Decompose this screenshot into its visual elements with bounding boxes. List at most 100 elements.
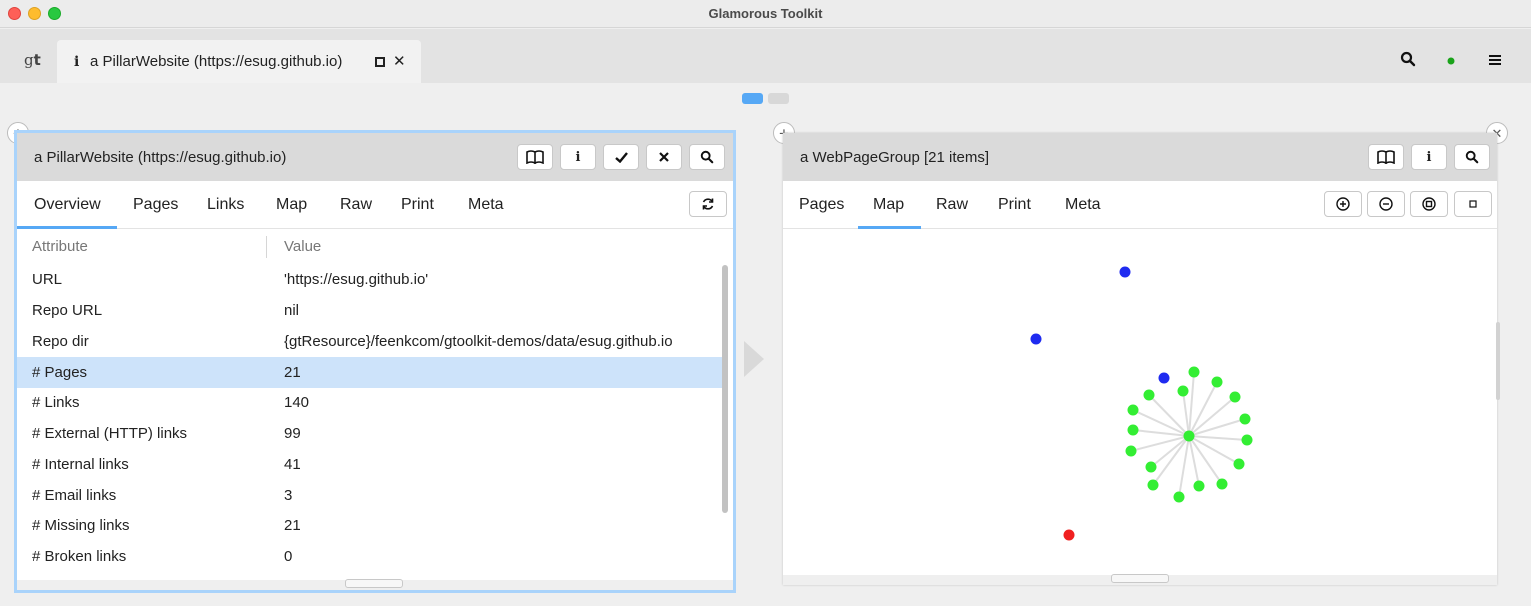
inspect-button[interactable]: i <box>560 144 596 170</box>
page-node[interactable] <box>1125 445 1137 457</box>
browse-button[interactable] <box>517 144 553 170</box>
tab-meta[interactable]: Meta <box>468 196 504 214</box>
page-node[interactable] <box>1188 366 1200 378</box>
value-cell: 21 <box>284 364 301 381</box>
table-row-selected[interactable]: # Pages 21 <box>17 357 722 388</box>
inspector-pane-webpage-group: a WebPageGroup [21 items] i Pages Map Ra… <box>783 133 1497 585</box>
tab-overview[interactable]: Overview <box>34 196 101 214</box>
page-node[interactable] <box>1173 491 1185 503</box>
page-node[interactable] <box>1127 404 1139 416</box>
close-tab-icon[interactable]: ✕ <box>393 52 406 70</box>
zoom-out-icon <box>1379 197 1393 211</box>
tab-pillar-website[interactable]: i a PillarWebsite (https://esug.github.i… <box>57 40 421 83</box>
tab-meta[interactable]: Meta <box>1065 196 1101 214</box>
tab-raw[interactable]: Raw <box>340 196 372 214</box>
attribute-cell: Repo dir <box>32 333 89 350</box>
resize-grip[interactable] <box>345 579 403 588</box>
search-pane-button[interactable] <box>1454 144 1490 170</box>
table-row[interactable]: # Broken links 0 <box>17 541 722 572</box>
window-title: Glamorous Toolkit <box>708 6 823 21</box>
attribute-cell: # Pages <box>32 364 88 381</box>
square-icon <box>1469 200 1477 208</box>
page-node[interactable] <box>1233 458 1245 470</box>
tab-raw[interactable]: Raw <box>936 196 968 214</box>
value-cell: 0 <box>284 548 293 565</box>
cancel-button[interactable] <box>646 144 682 170</box>
column-header-attribute[interactable]: Attribute <box>32 238 88 255</box>
zoom-out-button[interactable] <box>1367 191 1405 217</box>
value-cell: {gtResource}/feenkcom/gtoolkit-demos/dat… <box>284 333 673 350</box>
external-node[interactable] <box>1119 266 1131 278</box>
broken-node[interactable] <box>1063 529 1075 541</box>
view-tabs: Overview Pages Links Map Raw Print Meta <box>17 181 733 229</box>
zoom-to-fit-button[interactable] <box>1410 191 1448 217</box>
tab-pages[interactable]: Pages <box>799 196 844 214</box>
external-node[interactable] <box>1158 372 1170 384</box>
attribute-cell: # Links <box>32 394 80 411</box>
search-icon <box>1465 150 1479 164</box>
refresh-button[interactable] <box>689 191 727 217</box>
resize-grip[interactable] <box>1111 574 1169 583</box>
x-icon <box>659 152 669 162</box>
pane-scroll-handle[interactable] <box>1496 322 1500 400</box>
vertical-scrollbar[interactable] <box>722 265 728 513</box>
column-separator[interactable] <box>266 236 267 258</box>
attribute-cell: # External (HTTP) links <box>32 425 188 442</box>
next-pane-arrow-icon <box>744 341 764 377</box>
info-icon: i <box>575 149 581 165</box>
tab-links[interactable]: Links <box>207 196 244 214</box>
page-node[interactable] <box>1239 413 1251 425</box>
page-node[interactable] <box>1147 479 1159 491</box>
pager-page-1[interactable] <box>742 93 763 104</box>
pane-header: a PillarWebsite (https://esug.github.io)… <box>17 133 733 181</box>
table-row[interactable]: URL 'https://esug.github.io' <box>17 264 722 295</box>
zoom-in-button[interactable] <box>1324 191 1362 217</box>
maximize-tab-icon[interactable] <box>375 57 385 67</box>
page-node[interactable] <box>1241 434 1253 446</box>
view-tabs: Pages Map Raw Print Meta <box>783 181 1497 229</box>
book-icon <box>526 150 544 164</box>
inspector-pane-pillar-website: a PillarWebsite (https://esug.github.io)… <box>17 133 733 590</box>
page-node[interactable] <box>1193 480 1205 492</box>
table-row[interactable]: # Email links 3 <box>17 480 722 511</box>
pane-title: a WebPageGroup [21 items] <box>800 149 989 166</box>
page-node[interactable] <box>1229 391 1241 403</box>
value-cell: 21 <box>284 517 301 534</box>
menu-icon[interactable] <box>1489 54 1501 66</box>
tab-pages[interactable]: Pages <box>133 196 178 214</box>
inspect-button[interactable]: i <box>1411 144 1447 170</box>
table-row[interactable]: Repo dir {gtResource}/feenkcom/gtoolkit-d… <box>17 326 722 357</box>
tab-print[interactable]: Print <box>998 196 1031 214</box>
search-icon[interactable] <box>1400 51 1416 67</box>
pager-page-2[interactable] <box>768 93 789 104</box>
window-titlebar: Glamorous Toolkit <box>0 0 1531 28</box>
page-node[interactable] <box>1145 461 1157 473</box>
table-row[interactable]: # Missing links 21 <box>17 510 722 541</box>
column-header-value[interactable]: Value <box>284 238 321 255</box>
zoom-fit-icon <box>1422 197 1436 211</box>
page-node[interactable] <box>1127 424 1139 436</box>
external-node[interactable] <box>1030 333 1042 345</box>
table-row[interactable]: # Links 140 <box>17 387 722 418</box>
page-node[interactable] <box>1177 385 1189 397</box>
tab-print[interactable]: Print <box>401 196 434 214</box>
browse-button[interactable] <box>1368 144 1404 170</box>
table-row[interactable]: # Internal links 41 <box>17 449 722 480</box>
actual-size-button[interactable] <box>1454 191 1492 217</box>
page-node[interactable] <box>1211 376 1223 388</box>
value-cell: 41 <box>284 456 301 473</box>
search-pane-button[interactable] <box>689 144 725 170</box>
gt-logo[interactable]: gt <box>24 51 41 69</box>
table-row[interactable]: Repo URL nil <box>17 295 722 326</box>
hub-node[interactable] <box>1183 430 1195 442</box>
table-row[interactable]: # External (HTTP) links 99 <box>17 418 722 449</box>
attribute-cell: # Broken links <box>32 548 127 565</box>
value-cell: 99 <box>284 425 301 442</box>
tab-map[interactable]: Map <box>276 196 307 214</box>
accept-button[interactable] <box>603 144 639 170</box>
tab-map[interactable]: Map <box>873 196 904 214</box>
status-dot-icon <box>1447 57 1455 65</box>
page-node[interactable] <box>1216 478 1228 490</box>
map-graph[interactable] <box>783 229 1497 574</box>
page-node[interactable] <box>1143 389 1155 401</box>
